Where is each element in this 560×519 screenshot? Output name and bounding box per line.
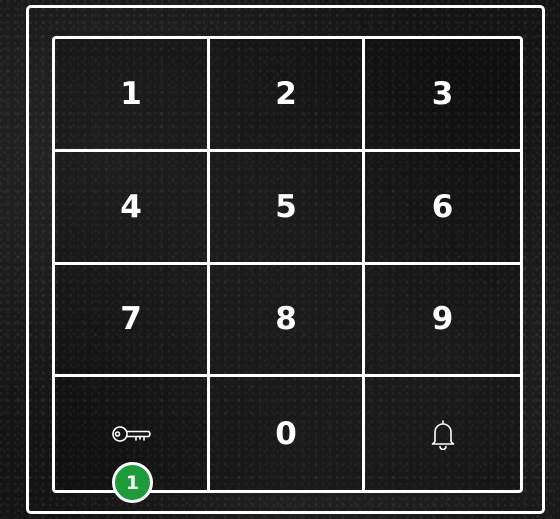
- key-0[interactable]: 0: [210, 377, 365, 490]
- bell-icon: [430, 418, 456, 450]
- key-8[interactable]: 8: [210, 264, 365, 378]
- key-7[interactable]: 7: [55, 264, 210, 378]
- key-5[interactable]: 5: [210, 151, 365, 265]
- key-6[interactable]: 6: [365, 151, 520, 265]
- key-4[interactable]: 4: [55, 151, 210, 265]
- key-9[interactable]: 9: [365, 264, 520, 378]
- step-badge: 1: [112, 462, 153, 503]
- keypad-grid: 1 2 3 4 5 6 7 8 9 0: [52, 36, 523, 493]
- bell-button[interactable]: [365, 377, 520, 490]
- key-icon: [111, 423, 151, 445]
- key-2[interactable]: 2: [210, 39, 365, 152]
- key-1[interactable]: 1: [55, 39, 210, 152]
- key-3[interactable]: 3: [365, 39, 520, 152]
